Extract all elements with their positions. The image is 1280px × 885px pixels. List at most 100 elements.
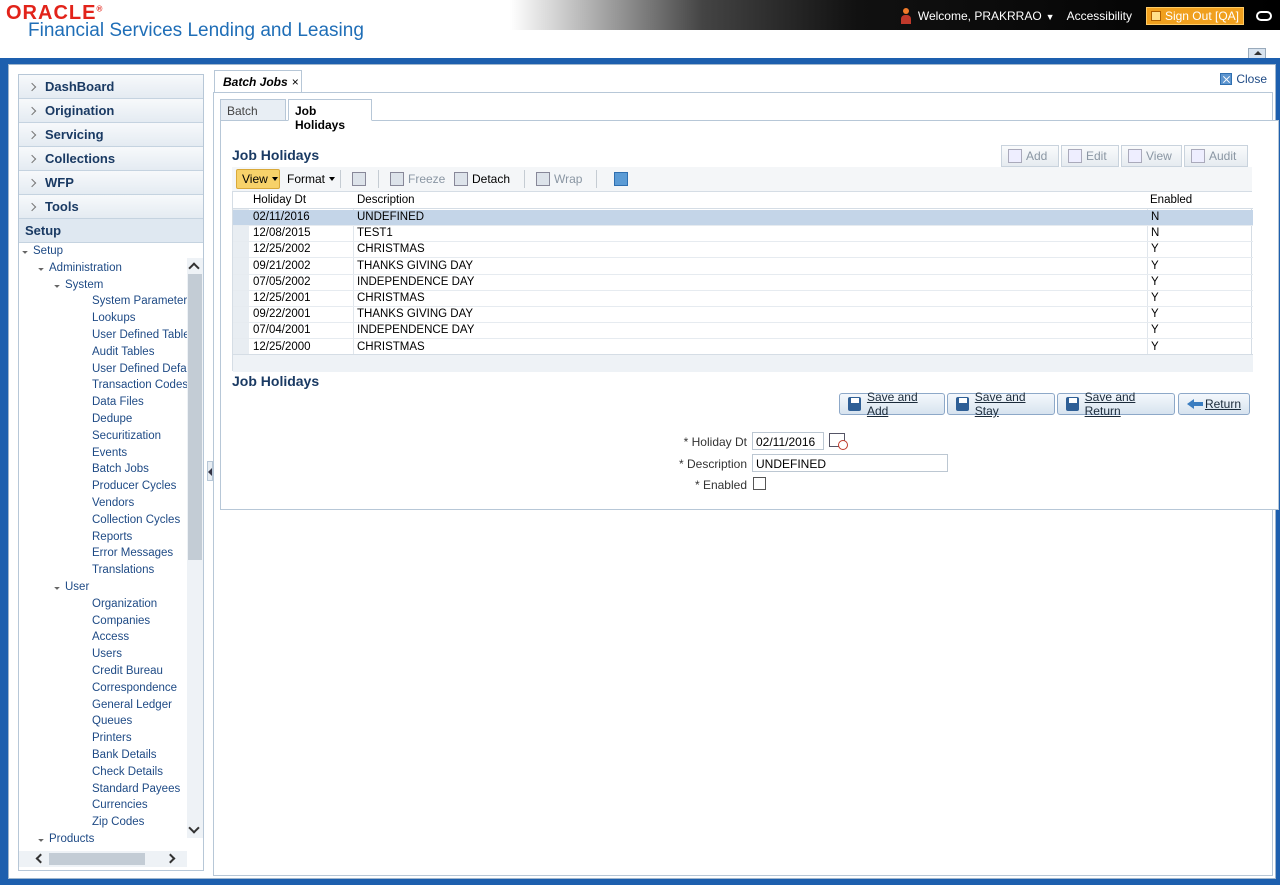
tree-leaf[interactable]: Queues xyxy=(92,715,132,727)
tree-leaf[interactable]: Batch Jobs xyxy=(92,463,149,475)
collapse-header-button[interactable] xyxy=(1248,48,1266,58)
hscroll-thumb[interactable] xyxy=(49,853,145,865)
tree-leaf[interactable]: General Ledger xyxy=(92,699,172,711)
tree-leaf[interactable]: Error Messages xyxy=(92,547,173,559)
tree-leaf[interactable]: Lookups xyxy=(92,312,135,324)
expand-triangle-icon[interactable] xyxy=(38,836,44,842)
table-row[interactable]: 07/04/2001 INDEPENDENCE DAY Y xyxy=(233,323,1253,340)
table-row[interactable]: 09/22/2001 THANKS GIVING DAY Y xyxy=(233,307,1253,324)
sidebar-item-collections[interactable]: Collections xyxy=(19,147,203,171)
tree-leaf[interactable]: Organization xyxy=(92,598,157,610)
subtab-batch-jobs[interactable]: Batch Jobs xyxy=(220,99,286,132)
sidebar-item-dashboard[interactable]: DashBoard xyxy=(19,75,203,99)
table-row[interactable]: 07/05/2002 INDEPENDENCE DAY Y xyxy=(233,275,1253,291)
sidebar-item-tools[interactable]: Tools xyxy=(19,195,203,219)
save-and-add-button[interactable]: Save and Add xyxy=(839,390,945,418)
edit-button[interactable]: Edit xyxy=(1061,145,1119,167)
col-holiday-dt[interactable]: Holiday Dt xyxy=(253,194,306,206)
sidebar-item-setup[interactable]: Setup xyxy=(19,219,203,243)
sidebar-item-wfp[interactable]: WFP xyxy=(19,171,203,195)
cell-enabled: Y xyxy=(1151,340,1159,353)
audit-button[interactable]: Audit xyxy=(1184,145,1248,167)
user-icon xyxy=(900,8,912,24)
cell-holiday-dt: 09/21/2002 xyxy=(253,259,311,272)
tab-batch-jobs[interactable]: Batch Jobs × xyxy=(214,70,302,92)
save-and-return-button[interactable]: Save and Return xyxy=(1057,390,1175,418)
scroll-thumb[interactable] xyxy=(188,274,202,560)
tree-leaf[interactable]: Correspondence xyxy=(92,682,177,694)
welcome-menu[interactable]: Welcome, PRAKRRAO ▼ xyxy=(918,9,1055,23)
tree-leaf[interactable]: Credit Bureau xyxy=(92,665,163,677)
return-button[interactable]: Return xyxy=(1178,393,1250,415)
table-row[interactable]: 12/25/2001 CHRISTMAS Y xyxy=(233,291,1253,307)
col-description[interactable]: Description xyxy=(357,194,415,206)
tree-leaf[interactable]: Printers xyxy=(92,732,132,744)
tree-leaf[interactable]: Securitization xyxy=(92,430,161,442)
chevron-right-icon xyxy=(27,154,37,163)
tree-leaf[interactable]: Events xyxy=(92,447,127,459)
tree-leaf[interactable]: Companies xyxy=(92,615,150,627)
scroll-down-icon[interactable] xyxy=(188,822,200,834)
scroll-up-icon[interactable] xyxy=(188,262,200,274)
save-and-stay-button[interactable]: Save and Stay xyxy=(947,390,1055,418)
calendar-icon[interactable] xyxy=(829,433,848,450)
tree-leaf[interactable]: Vendors xyxy=(92,497,134,509)
table-header: Holiday Dt Description Enabled xyxy=(233,192,1253,209)
sidebar-item-origination[interactable]: Origination xyxy=(19,99,203,123)
subtab-job-holidays[interactable]: Job Holidays xyxy=(288,99,372,132)
sign-out-button[interactable]: Sign Out [QA] xyxy=(1145,7,1244,25)
scroll-right-icon[interactable] xyxy=(165,853,176,864)
tree-leaf[interactable]: Audit Tables xyxy=(92,346,154,358)
tree-leaf[interactable]: User Defined Default xyxy=(92,363,187,375)
table-row[interactable]: 12/08/2015 TEST1 N xyxy=(233,226,1253,243)
close-tab-icon[interactable]: × xyxy=(292,75,299,89)
tree-leaf[interactable]: Dedupe xyxy=(92,413,132,425)
view-button[interactable]: View xyxy=(1121,145,1182,167)
format-menu[interactable]: Format xyxy=(287,169,336,189)
accessibility-link[interactable]: Accessibility xyxy=(1067,9,1132,23)
freeze-button[interactable]: Freeze xyxy=(390,169,445,189)
tree-vertical-scrollbar[interactable] xyxy=(187,258,203,838)
tree-node-administration[interactable]: Administration xyxy=(38,262,122,274)
enabled-checkbox[interactable] xyxy=(753,477,766,490)
col-enabled[interactable]: Enabled xyxy=(1150,194,1192,206)
expand-triangle-icon[interactable] xyxy=(54,281,60,288)
tree-leaf[interactable]: Zip Codes xyxy=(92,816,144,828)
expand-triangle-icon[interactable] xyxy=(38,264,44,271)
expand-triangle-icon[interactable] xyxy=(54,584,60,590)
expand-triangle-icon[interactable] xyxy=(22,248,28,254)
tree-leaf[interactable]: Users xyxy=(92,648,122,660)
tree-node-products[interactable]: Products xyxy=(38,833,94,845)
tree-node-system[interactable]: System xyxy=(54,279,103,291)
tree-node-setup[interactable]: Setup xyxy=(22,245,63,257)
tree-leaf[interactable]: Standard Payees xyxy=(92,783,180,795)
tree-leaf[interactable]: System Parameter xyxy=(92,295,187,307)
tree-node-user[interactable]: User xyxy=(54,581,89,593)
tree-leaf[interactable]: Transaction Codes xyxy=(92,379,187,391)
tree-leaf[interactable]: Check Details xyxy=(92,766,163,778)
tree-leaf[interactable]: Currencies xyxy=(92,799,148,811)
close-button[interactable]: Close xyxy=(1220,72,1267,86)
view-menu[interactable]: View xyxy=(236,169,280,189)
tree-leaf[interactable]: User Defined Tables xyxy=(92,329,187,341)
scroll-left-icon[interactable] xyxy=(35,853,46,864)
sidebar-item-servicing[interactable]: Servicing xyxy=(19,123,203,147)
tree-leaf[interactable]: Producer Cycles xyxy=(92,480,176,492)
table-row[interactable]: 12/25/2002 CHRISTMAS Y xyxy=(233,242,1253,259)
tree-leaf[interactable]: Collection Cycles xyxy=(92,514,180,526)
tree-leaf[interactable]: Access xyxy=(92,631,129,643)
tree-leaf[interactable]: Data Files xyxy=(92,396,144,408)
tree-leaf[interactable]: Translations xyxy=(92,564,154,576)
detach-button[interactable]: Detach xyxy=(454,169,510,189)
table-row[interactable]: 02/11/2016 UNDEFINED N xyxy=(233,210,1253,226)
tree-leaf[interactable]: Bank Details xyxy=(92,749,157,761)
tree-horizontal-scrollbar[interactable] xyxy=(19,851,187,867)
holiday-dt-input[interactable]: 02/11/2016 xyxy=(752,432,824,450)
description-input[interactable]: UNDEFINED xyxy=(752,454,948,472)
refresh-button[interactable] xyxy=(614,169,632,189)
export-button[interactable] xyxy=(352,169,370,189)
wrap-button[interactable]: Wrap xyxy=(536,169,582,189)
add-button[interactable]: Add xyxy=(1001,145,1059,167)
tree-leaf[interactable]: Reports xyxy=(92,531,132,543)
table-row[interactable]: 09/21/2002 THANKS GIVING DAY Y xyxy=(233,259,1253,275)
